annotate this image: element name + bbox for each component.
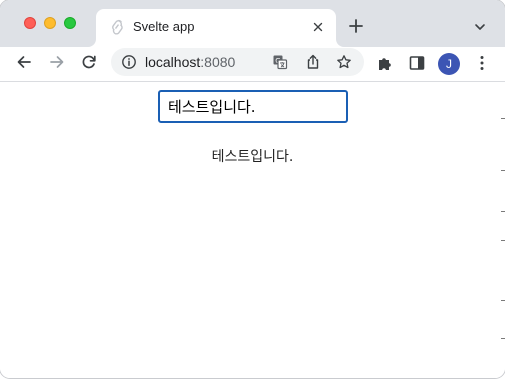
url-text[interactable]: localhost:8080 bbox=[145, 54, 235, 70]
kebab-menu-icon[interactable] bbox=[473, 54, 491, 72]
tab-svelte-app[interactable]: Svelte app bbox=[96, 9, 336, 47]
window-minimize-button[interactable] bbox=[44, 17, 56, 29]
chevron-down-icon[interactable] bbox=[473, 20, 487, 34]
address-bar[interactable]: localhost:8080 G bbox=[111, 48, 364, 76]
puzzle-icon[interactable] bbox=[376, 54, 394, 72]
page-viewport: 테스트입니다. bbox=[0, 82, 505, 378]
tab-title: Svelte app bbox=[133, 19, 195, 34]
sidepanel-icon[interactable] bbox=[408, 54, 426, 72]
edge-divider bbox=[501, 338, 505, 339]
plus-icon[interactable] bbox=[348, 18, 364, 34]
edge-divider bbox=[501, 240, 505, 241]
arrow-right-icon[interactable] bbox=[48, 53, 66, 71]
url-port: :8080 bbox=[200, 54, 236, 70]
edge-divider bbox=[501, 300, 505, 301]
edge-divider bbox=[501, 170, 505, 171]
tab-strip: Svelte app bbox=[0, 0, 505, 47]
text-input[interactable] bbox=[158, 90, 348, 123]
browser-toolbar: localhost:8080 G J bbox=[0, 47, 505, 82]
edge-divider bbox=[501, 211, 505, 212]
url-host: localhost bbox=[145, 54, 201, 70]
echo-text: 테스트입니다. bbox=[211, 149, 294, 165]
info-icon[interactable] bbox=[121, 54, 137, 70]
reload-icon[interactable] bbox=[80, 53, 98, 71]
profile-avatar[interactable]: J bbox=[438, 53, 460, 75]
svelte-icon bbox=[112, 19, 123, 35]
edge-divider bbox=[501, 118, 505, 119]
translate-icon[interactable]: G bbox=[272, 54, 288, 70]
window-close-button[interactable] bbox=[24, 17, 36, 29]
window-maximize-button[interactable] bbox=[64, 17, 76, 29]
star-icon[interactable] bbox=[336, 54, 352, 70]
browser-window: Svelte app localhost:8080 J 테스트입니다. 테스트입… bbox=[0, 0, 505, 378]
share-icon[interactable] bbox=[305, 54, 321, 70]
close-icon[interactable] bbox=[310, 19, 326, 35]
arrow-left-icon[interactable] bbox=[15, 53, 33, 71]
